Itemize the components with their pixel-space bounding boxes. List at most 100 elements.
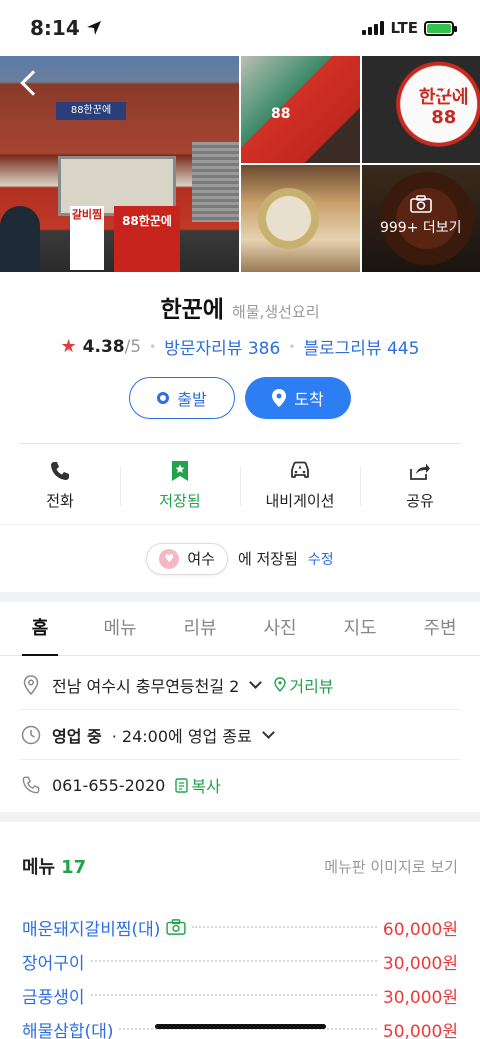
phone-icon [51,461,69,480]
menu-item[interactable]: 매운돼지갈비찜(대) 60,000원 [0,910,480,944]
car-icon [291,461,309,478]
tab-review[interactable]: 리뷰 [160,602,240,655]
menu-item-name: 장어구이 [22,953,85,974]
photo-thumbnails: 88 한꾼에 88 999+ 더보기 [241,56,480,272]
menu-item-name: 금풍생이 [22,987,85,1008]
save-button[interactable]: 저장됨 [120,458,240,511]
menu-count: 17 [61,857,87,878]
network-label: LTE [390,19,418,37]
menu-header: 메뉴 17 메뉴판 이미지로 보기 [0,822,480,910]
photo-board: 88한꾼에 [114,206,180,272]
origin-dot-icon [157,392,170,404]
clock-icon [21,725,41,744]
menu-item-name: 매운돼지갈비찜(대) [22,919,161,940]
action-bar: 전화 저장됨 내비게이션 공유 [0,444,480,524]
street-view-pin-icon [274,677,287,692]
navigation-label: 내비게이션 [265,491,335,510]
clock: 8:14 [30,16,80,40]
menu-item-price: 50,000원 [382,1021,458,1039]
menu-item-price: 30,000원 [382,953,458,974]
status-bar: 8:14 LTE [0,0,480,56]
chevron-down-icon[interactable] [249,676,263,689]
share-icon [410,463,430,480]
tab-menu[interactable]: 메뉴 [80,602,160,655]
section-gap [0,592,480,602]
menu-title-text: 메뉴 [22,857,56,878]
tab-nearby[interactable]: 주변 [400,602,480,655]
phone-number: 061-655-2020 [52,775,166,795]
dotted-leader [90,960,377,962]
place-name: 한꾼에 [160,297,224,323]
saved-folder-chip[interactable]: ♥ 여수 [146,542,228,575]
hours-text: · 24:00에 영업 종료 [111,726,252,746]
street-view-link[interactable]: 거리뷰 [274,673,334,697]
photo-thumb-label: 88 [271,106,291,122]
photo-thumb-3[interactable] [241,165,360,272]
share-button[interactable]: 공유 [360,458,480,511]
star-icon: ★ [60,336,77,357]
arrive-button[interactable]: 도착 [245,377,351,419]
navigation-button[interactable]: 내비게이션 [240,458,360,511]
photo-gallery[interactable]: 88한꾼에 갈비찜 88한꾼에 88 한꾼에 88 999+ 더보기 [0,56,480,272]
bookmark-star-icon [172,460,188,481]
depart-button[interactable]: 출발 [129,377,235,419]
copy-phone-button[interactable]: 복사 [175,773,221,797]
hours-row[interactable]: 영업 중 · 24:00에 영업 종료 [20,710,460,760]
call-label: 전화 [46,491,74,510]
tab-map[interactable]: 지도 [320,602,400,655]
battery-icon [424,20,457,36]
edit-saved-link[interactable]: 수정 [308,549,334,569]
status-time: 8:14 [30,16,102,40]
copy-label: 복사 [191,777,221,796]
menu-item-price: 60,000원 [382,919,458,940]
blog-review-link[interactable]: 블로그리뷰 445 [303,334,419,359]
camera-icon [409,195,432,213]
place-summary: 한꾼에 해물,생선요리 ★ 4.38/5 • 방문자리뷰 386 • 블로그리뷰… [0,272,480,444]
menu-item-price: 30,000원 [382,987,458,1008]
photo-person [0,206,40,272]
home-indicator[interactable] [155,1024,326,1029]
rating-score: 4.38 [82,336,125,357]
photo-thumb-1[interactable]: 88 [241,56,360,163]
close-icon[interactable] [436,72,462,98]
signal-icon [362,21,385,35]
menu-item-name: 해물삼합(대) [22,1021,114,1039]
chevron-down-icon[interactable] [261,726,275,739]
share-label: 공유 [406,491,434,510]
tab-home[interactable]: 홈 [0,602,80,656]
depart-label: 출발 [177,390,207,409]
menu-item[interactable]: 금풍생이 30,000원 [0,978,480,1012]
phone-outline-icon [22,776,40,794]
dotted-leader [90,994,377,996]
separator-dot: • [288,339,296,354]
title-row: 한꾼에 해물,생선요리 [0,290,480,324]
rating-max: /5 [124,336,142,357]
heart-icon: ♥ [159,548,180,569]
photo-thumb-2[interactable]: 한꾼에 88 [361,56,480,163]
copy-icon [175,777,189,793]
address-row[interactable]: 전남 여수시 충무연등천길 2 거리뷰 [20,660,460,710]
more-photos-overlay[interactable]: 999+ 더보기 [362,195,480,237]
tab-photo[interactable]: 사진 [240,602,320,655]
photo-sign: 88한꾼에 [56,102,126,120]
menu-image-link[interactable]: 메뉴판 이미지로 보기 [324,856,458,877]
hours-status: 영업 중 [52,726,102,746]
menu-section: 메뉴 17 메뉴판 이미지로 보기 매운돼지갈비찜(대) 60,000원 장어구이… [0,822,480,1039]
menu-item[interactable]: 장어구이 30,000원 [0,944,480,978]
location-arrow-icon [86,21,101,35]
saved-list-bar: ♥ 여수 에 저장됨 수정 [0,524,480,592]
dotted-leader [192,926,377,928]
photo-vertical-sign: 갈비찜 [70,206,104,270]
photo-thumb-more[interactable]: 999+ 더보기 [361,165,480,272]
visitor-review-link[interactable]: 방문자리뷰 386 [164,334,280,359]
location-pin-icon [23,674,39,695]
phone-row[interactable]: 061-655-2020 복사 [20,760,460,810]
back-chevron-icon[interactable] [20,70,46,96]
place-category: 해물,생선요리 [231,303,320,321]
street-view-label: 거리뷰 [289,676,334,696]
photo-shutter [192,142,239,222]
main-photo[interactable]: 88한꾼에 갈비찜 88한꾼에 [0,56,239,272]
call-button[interactable]: 전화 [0,458,120,511]
more-photos-label: 999+ 더보기 [379,220,462,236]
address-text: 전남 여수시 충무연등천길 2 [52,676,240,696]
